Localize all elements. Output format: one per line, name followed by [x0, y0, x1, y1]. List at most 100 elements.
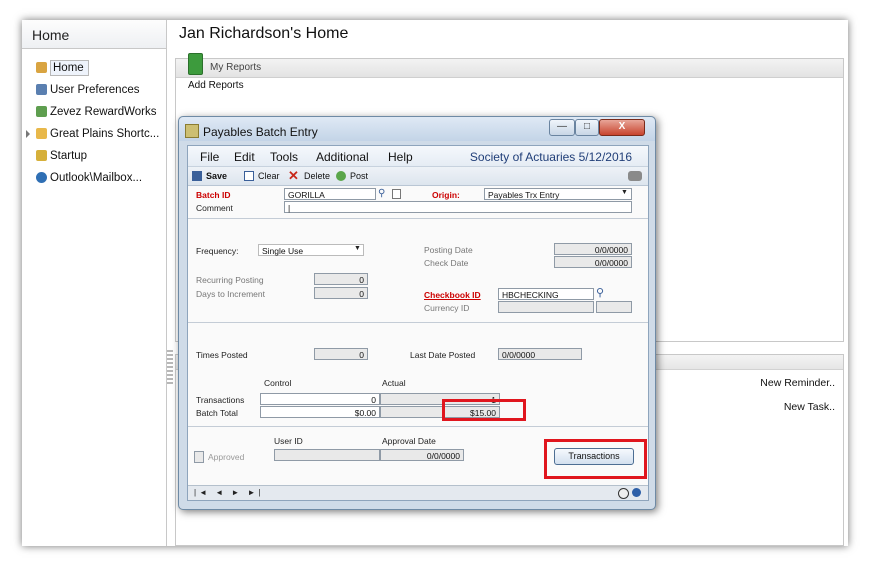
transactions-control-field[interactable]: 0 [260, 393, 380, 405]
sidebar-item-great-plains-shortcuts[interactable]: Great Plains Shortc... [22, 123, 166, 145]
window-title: Payables Batch Entry [203, 125, 318, 139]
rewardworks-icon [36, 106, 47, 117]
post-icon [336, 171, 346, 181]
new-task-link[interactable]: New Task.. [784, 401, 835, 413]
window-title-bar[interactable]: Payables Batch Entry — □ X [179, 117, 655, 141]
checkbook-id-label[interactable]: Checkbook ID [424, 290, 481, 300]
payables-batch-entry-window: Payables Batch Entry — □ X File Edit Too… [178, 116, 656, 510]
menu-help[interactable]: Help [388, 150, 413, 164]
lookup-icon[interactable]: ⚲ [378, 188, 385, 199]
company-and-user-date[interactable]: Society of Actuaries 5/12/2016 [470, 150, 632, 164]
user-id-field [274, 449, 380, 461]
sidebar-nav: Home User Preferences Zevez RewardWorks … [22, 49, 166, 189]
batch-total-label: Batch Total [196, 408, 238, 418]
actual-label: Actual [382, 378, 406, 388]
last-date-posted-label: Last Date Posted [410, 350, 476, 360]
times-posted-field[interactable]: 0 [314, 348, 368, 360]
close-button[interactable]: X [599, 119, 645, 136]
currency-id-field[interactable] [498, 301, 594, 313]
divider [188, 322, 648, 323]
batch-total-control-field[interactable]: $0.00 [260, 406, 380, 418]
sidebar: Home Home User Preferences Zevez RewardW… [22, 20, 167, 546]
payables-window-icon [185, 124, 199, 138]
checkbook-id-field[interactable]: HBCHECKING [498, 288, 594, 300]
delete-button[interactable]: Delete [304, 171, 330, 181]
sidebar-item-rewardworks[interactable]: Zevez RewardWorks [22, 101, 166, 123]
outlook-icon [36, 172, 47, 183]
window-info-icon[interactable] [632, 488, 641, 497]
currency-id-label: Currency ID [424, 303, 470, 313]
batch-id-field[interactable]: GORILLA [284, 188, 376, 200]
menu-file[interactable]: File [200, 150, 219, 164]
add-reports-link[interactable]: Add Reports [176, 78, 843, 91]
origin-select[interactable]: Payables Trx Entry [484, 188, 632, 200]
times-posted-label: Times Posted [196, 350, 248, 360]
origin-label: Origin: [432, 190, 460, 200]
posting-date-field[interactable]: 0/0/0000 [554, 243, 632, 255]
sidebar-item-startup[interactable]: Startup [22, 145, 166, 167]
post-button[interactable]: Post [350, 171, 368, 181]
sidebar-item-label: Great Plains Shortc... [50, 128, 160, 140]
sidebar-item-label: User Preferences [50, 84, 140, 96]
save-button[interactable]: Save [206, 171, 227, 181]
menu-edit[interactable]: Edit [234, 150, 255, 164]
transactions-button-highlight [544, 439, 647, 479]
recurring-posting-label: Recurring Posting [196, 275, 264, 285]
window-toolbar: Save Clear ✕ Delete Post [188, 166, 648, 186]
my-reports-title: My Reports [210, 62, 262, 73]
check-date-label: Check Date [424, 258, 469, 268]
user-id-label: User ID [274, 436, 303, 446]
sidebar-item-home[interactable]: Home [22, 57, 166, 79]
currency-expansion-button[interactable] [596, 301, 632, 313]
clear-button[interactable]: Clear [258, 171, 280, 181]
last-date-posted-field[interactable]: 0/0/0000 [498, 348, 582, 360]
help-icon[interactable] [618, 488, 629, 499]
expand-arrow-icon[interactable] [26, 130, 30, 138]
batch-entry-form: File Edit Tools Additional Help Society … [187, 145, 649, 501]
divider [188, 426, 648, 427]
approval-date-field: 0/0/0000 [380, 449, 464, 461]
frequency-label: Frequency: [196, 246, 239, 256]
sidebar-item-label: Startup [50, 150, 88, 162]
chevron-down-icon[interactable]: ▼ [621, 189, 628, 196]
recurring-posting-field[interactable]: 0 [314, 273, 368, 285]
sidebar-item-outlook-mailbox[interactable]: Outlook\Mailbox... [22, 167, 166, 189]
menu-additional[interactable]: Additional [316, 150, 369, 164]
page-title: Jan Richardson's Home [179, 25, 349, 42]
maximize-button[interactable]: □ [575, 119, 599, 136]
batch-total-highlight [442, 399, 526, 421]
check-date-field[interactable]: 0/0/0000 [554, 256, 632, 268]
sidebar-title: Home [22, 20, 166, 49]
menu-tools[interactable]: Tools [270, 150, 298, 164]
startup-icon [36, 150, 47, 161]
chevron-down-icon[interactable]: ▼ [354, 245, 361, 252]
days-to-increment-field[interactable]: 0 [314, 287, 368, 299]
record-navigation-buttons[interactable]: |◄ ◄ ► ►| [194, 488, 264, 497]
note-icon[interactable] [392, 189, 401, 199]
approved-checkbox[interactable] [194, 451, 204, 463]
new-reminder-link[interactable]: New Reminder.. [760, 377, 835, 389]
user-preferences-icon [36, 84, 47, 95]
frequency-select[interactable]: Single Use [258, 244, 364, 256]
minimize-button[interactable]: — [549, 119, 575, 136]
comment-field[interactable]: | [284, 201, 632, 213]
transactions-label: Transactions [196, 395, 245, 405]
delete-icon: ✕ [288, 168, 299, 183]
lookup-icon[interactable]: ⚲ [596, 286, 604, 299]
menu-bar: File Edit Tools Additional Help Society … [188, 146, 648, 166]
printer-icon[interactable] [628, 171, 642, 181]
batch-id-label: Batch ID [196, 190, 231, 200]
approved-label: Approved [208, 452, 245, 462]
sidebar-item-label: Outlook\Mailbox... [50, 172, 143, 184]
my-reports-header[interactable]: My Reports [176, 53, 843, 78]
folder-icon [36, 128, 47, 139]
pane-splitter[interactable] [167, 350, 173, 386]
divider [188, 218, 648, 219]
sidebar-item-user-preferences[interactable]: User Preferences [22, 79, 166, 101]
clear-icon [244, 171, 254, 181]
home-icon [36, 62, 47, 73]
control-label: Control [264, 378, 292, 388]
status-bar: |◄ ◄ ► ►| [188, 485, 648, 500]
reports-icon [188, 53, 203, 75]
posting-date-label: Posting Date [424, 245, 473, 255]
